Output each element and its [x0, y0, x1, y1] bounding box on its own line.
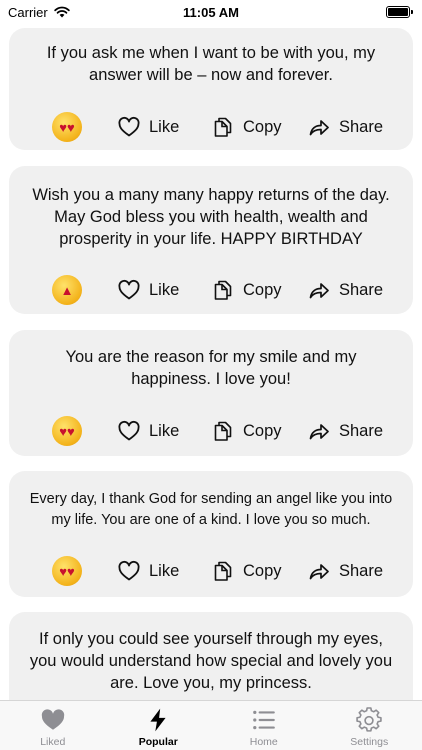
share-label: Share: [339, 280, 384, 299]
copy-button[interactable]: Copy: [211, 278, 282, 302]
card-actions: ♥♥ Like Copy Share: [9, 110, 413, 144]
share-button[interactable]: Share: [307, 115, 383, 139]
tab-label: Home: [249, 736, 278, 748]
quote-text: Wish you a many many happy returns of th…: [32, 186, 390, 248]
heart-icon: [118, 279, 140, 300]
share-label: Share: [339, 117, 384, 136]
heart-icon: [118, 560, 140, 581]
bolt-icon: [150, 708, 166, 732]
share-arrow-icon: [309, 424, 329, 440]
share-arrow-icon: [309, 120, 329, 136]
tab-label: Popular: [138, 736, 178, 748]
like-button[interactable]: Like: [117, 115, 179, 139]
like-label: Like: [149, 561, 180, 580]
tab-liked[interactable]: Liked: [0, 701, 105, 748]
status-bar: Carrier 11:05 AM: [0, 0, 422, 24]
heart-icon: [118, 420, 140, 441]
quote-text: You are the reason for my smile and my h…: [65, 348, 357, 388]
copy-button[interactable]: Copy: [211, 115, 282, 139]
share-arrow-icon: [309, 283, 329, 299]
list-icon: [252, 710, 275, 730]
quote-feed[interactable]: If you ask me when I want to be with you…: [0, 24, 422, 700]
heart-eyes-emoji-icon[interactable]: ♥♥: [52, 556, 82, 586]
copy-icon: [214, 280, 232, 300]
wifi-icon: [54, 6, 70, 18]
quote-card: Wish you a many many happy returns of th…: [9, 166, 413, 314]
heart-icon: [41, 709, 64, 730]
tab-settings[interactable]: Settings: [317, 701, 422, 748]
like-button[interactable]: Like: [117, 419, 179, 443]
battery-icon: [386, 6, 413, 18]
share-label: Share: [339, 421, 384, 440]
tab-label: Settings: [350, 736, 389, 748]
copy-button[interactable]: Copy: [211, 419, 282, 443]
tab-home[interactable]: Home: [211, 701, 316, 748]
quote-text: Every day, I thank God for sending an an…: [29, 491, 393, 528]
copy-label: Copy: [243, 561, 282, 580]
copy-label: Copy: [243, 117, 282, 136]
quote-text: If only you could see yourself through m…: [29, 630, 393, 692]
copy-label: Copy: [243, 421, 282, 440]
status-left: Carrier: [8, 5, 70, 20]
quote-card: If only you could see yourself through m…: [9, 612, 413, 700]
heart-icon: [118, 116, 140, 137]
heart-eyes-emoji-icon[interactable]: ♥♥: [52, 112, 82, 142]
card-actions: ♥♥ Like Copy Share: [9, 414, 413, 448]
quote-text: If you ask me when I want to be with you…: [46, 44, 376, 84]
like-label: Like: [149, 421, 180, 440]
quote-card: You are the reason for my smile and my h…: [9, 330, 413, 456]
copy-icon: [214, 421, 232, 441]
tab-label: Liked: [40, 736, 66, 748]
like-button[interactable]: Like: [117, 278, 179, 302]
copy-icon: [214, 117, 232, 137]
share-arrow-icon: [309, 564, 329, 580]
tab-popular[interactable]: Popular: [106, 701, 211, 748]
gear-icon: [356, 707, 382, 732]
card-actions: ♥♥ Like Copy Share: [9, 554, 413, 588]
heart-eyes-emoji-icon[interactable]: ♥♥: [52, 416, 82, 446]
copy-label: Copy: [243, 280, 282, 299]
party-emoji-icon[interactable]: ▲: [52, 275, 82, 305]
carrier-label: Carrier: [8, 4, 48, 20]
copy-button[interactable]: Copy: [211, 559, 282, 583]
share-label: Share: [339, 561, 384, 580]
copy-icon: [214, 561, 232, 581]
quote-card: Every day, I thank God for sending an an…: [9, 471, 413, 597]
like-label: Like: [149, 117, 180, 136]
share-button[interactable]: Share: [307, 559, 383, 583]
share-button[interactable]: Share: [307, 419, 383, 443]
like-label: Like: [149, 280, 180, 299]
like-button[interactable]: Like: [117, 559, 179, 583]
card-actions: ▲ Like Copy Share: [9, 273, 413, 307]
tab-bar: Liked Popular Home Settings: [0, 700, 422, 750]
share-button[interactable]: Share: [307, 278, 383, 302]
quote-card: If you ask me when I want to be with you…: [9, 28, 413, 150]
